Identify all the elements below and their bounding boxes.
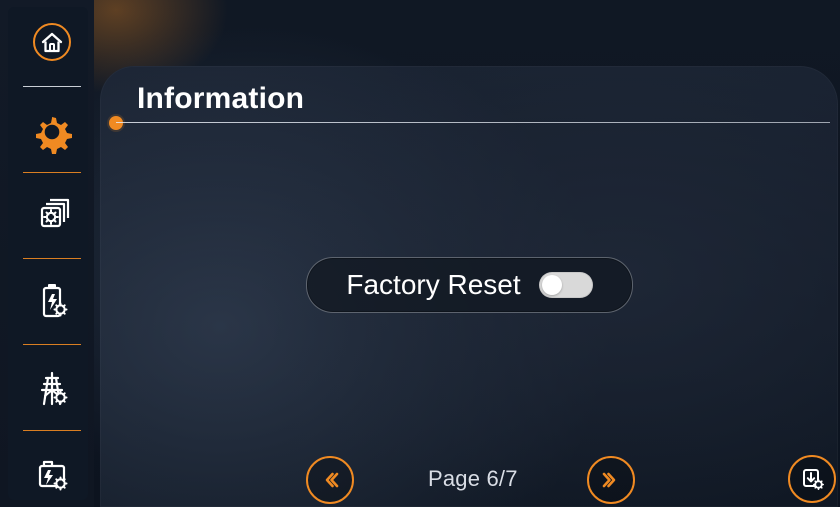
generator-gear-icon <box>30 452 74 496</box>
previous-page-button[interactable] <box>306 456 354 504</box>
sidebar-item-settings[interactable] <box>26 106 78 158</box>
page-title: Information <box>137 82 305 115</box>
factory-reset-label: Factory Reset <box>346 269 521 300</box>
factory-reset-control[interactable]: Factory Reset <box>306 257 633 313</box>
battery-gear-icon <box>30 278 74 322</box>
sidebar-item-grid-settings[interactable] <box>26 362 78 414</box>
download-gear-icon <box>799 466 825 492</box>
title-underline <box>116 122 830 123</box>
sidebar-divider <box>23 430 81 431</box>
next-page-button[interactable] <box>587 456 635 504</box>
sidebar-divider <box>23 86 81 87</box>
factory-reset-toggle[interactable] <box>538 272 593 298</box>
sidebar-rail <box>8 7 88 500</box>
tower-gear-icon <box>30 366 74 410</box>
double-chevron-left-icon <box>319 469 341 491</box>
sidebar-divider <box>23 258 81 259</box>
toggle-knob <box>541 275 562 295</box>
sidebar <box>0 0 95 507</box>
main-area <box>94 0 840 507</box>
double-chevron-right-icon <box>600 469 622 491</box>
title-marker-dot <box>109 116 123 130</box>
sidebar-divider <box>23 172 81 173</box>
home-icon <box>31 21 73 63</box>
sidebar-item-generator-settings[interactable] <box>26 448 78 500</box>
gear-icon <box>30 110 74 154</box>
sidebar-divider <box>23 344 81 345</box>
sidebar-item-battery-settings[interactable] <box>26 274 78 326</box>
sidebar-item-parallel-settings[interactable] <box>26 190 78 242</box>
export-settings-button[interactable] <box>788 455 836 503</box>
sidebar-item-home[interactable] <box>26 16 78 68</box>
page-indicator: Page 6/7 <box>428 466 518 491</box>
stack-gear-icon <box>30 194 74 238</box>
